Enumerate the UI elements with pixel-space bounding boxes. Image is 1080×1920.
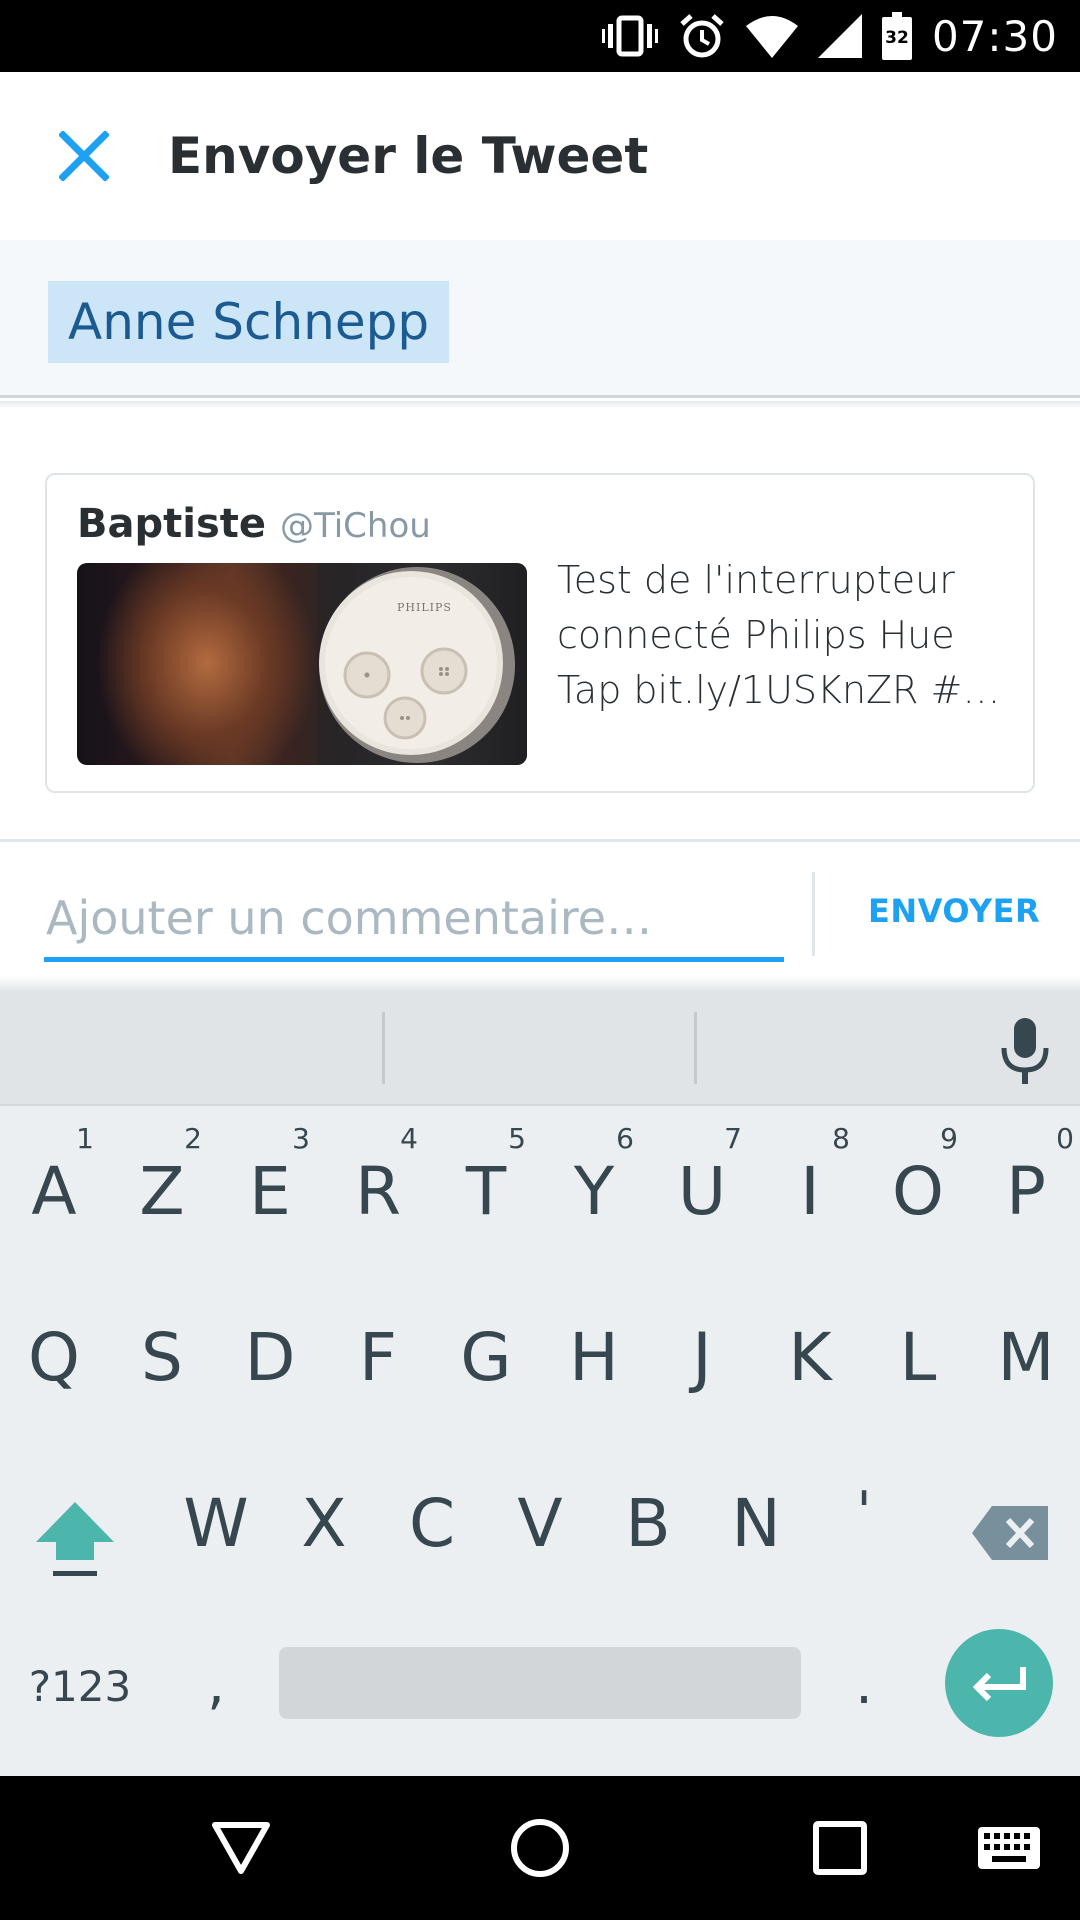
tweet-media-image: PHILIPS [77,563,527,765]
wifi-icon [745,16,798,58]
page-title: Envoyer le Tweet [168,127,649,185]
key-a[interactable]: A1 [0,1100,108,1266]
enter-icon [972,1667,1026,1702]
suggestion-1[interactable] [0,990,383,1106]
suggestion-strip [0,990,1080,1106]
tweet-text: Test de l'interrupteur connecté Philips … [557,558,1001,712]
back-icon [212,1822,270,1874]
vibrate-icon [601,15,658,57]
key-y[interactable]: Y6 [540,1100,648,1266]
navigation-bar [0,1776,1080,1920]
media-brand-label: PHILIPS [397,601,452,614]
key-q[interactable]: Q [0,1266,108,1432]
shift-icon [36,1502,114,1576]
key-h[interactable]: H [540,1266,648,1432]
author-handle: @TiChou [280,506,431,546]
key-l[interactable]: L [864,1266,972,1432]
key-period[interactable]: . [810,1606,918,1746]
recipient-chip[interactable]: Anne Schnepp [48,281,450,363]
key-b[interactable]: B [594,1432,702,1598]
suggestion-2[interactable] [385,990,695,1106]
comment-bar: ENVOYER [0,842,1080,982]
comment-input[interactable] [44,878,784,962]
recents-button[interactable] [770,1776,910,1920]
key-p[interactable]: P0 [972,1100,1080,1266]
symbols-key[interactable]: ?123 [18,1626,142,1746]
backspace-key[interactable] [955,1450,1065,1616]
key-g[interactable]: G [432,1266,540,1432]
key-x[interactable]: X [270,1432,378,1598]
key-w[interactable]: W [162,1432,270,1598]
key-j[interactable]: J [648,1266,756,1432]
divider [812,872,815,956]
comment-field [44,878,784,966]
home-icon [511,1819,569,1877]
battery-icon: 32 [881,12,912,60]
space-key[interactable] [279,1647,801,1719]
recents-icon [813,1821,867,1875]
key-m[interactable]: M [972,1266,1080,1432]
tweet-author: Baptiste @TiChou [77,501,431,547]
key-comma[interactable]: , [162,1606,270,1746]
clock: 07:30 [931,11,1058,61]
keyboard-switch-button[interactable] [949,1776,1069,1920]
suggestion-3[interactable] [697,990,987,1106]
key-k[interactable]: K [756,1266,864,1432]
recipient-field[interactable]: Anne Schnepp [0,240,1080,398]
alarm-icon [680,14,724,58]
microphone-icon [1001,1018,1049,1084]
key-d[interactable]: D [216,1266,324,1432]
home-button[interactable] [470,1776,610,1920]
key-v[interactable]: V [486,1432,594,1598]
divider [0,401,1080,409]
keyboard-switch-icon [978,1827,1040,1869]
key-r[interactable]: R4 [324,1100,432,1266]
soft-keyboard: A1 Z2 E3 R4 T5 Y6 U7 I8 O9 P0 Q S D F G … [0,990,1080,1776]
close-icon [59,131,109,181]
key-e[interactable]: E3 [216,1100,324,1266]
key-i[interactable]: I8 [756,1100,864,1266]
key-apostrophe[interactable]: ' [810,1420,918,1586]
enter-key[interactable] [945,1629,1053,1737]
battery-level: 32 [885,28,909,48]
backspace-icon [972,1506,1048,1560]
app-header: Envoyer le Tweet [0,72,1080,240]
key-u[interactable]: U7 [648,1100,756,1266]
close-button[interactable] [50,122,118,190]
divider [0,976,1080,990]
key-t[interactable]: T5 [432,1100,540,1266]
voice-input-button[interactable] [995,1016,1055,1088]
key-o[interactable]: O9 [864,1100,972,1266]
key-c[interactable]: C [378,1432,486,1598]
key-n[interactable]: N [702,1432,810,1598]
author-name: Baptiste [77,501,267,547]
cell-signal-icon [817,14,862,58]
key-z[interactable]: Z2 [108,1100,216,1266]
send-button[interactable]: ENVOYER [868,892,1040,930]
quoted-tweet-card[interactable]: Baptiste @TiChou PHILIPS Test de l'inter… [45,473,1035,793]
key-f[interactable]: F [324,1266,432,1432]
status-bar: 32 07:30 [0,0,1080,72]
back-button[interactable] [171,1776,311,1920]
key-s[interactable]: S [108,1266,216,1432]
shift-key[interactable] [20,1450,130,1616]
